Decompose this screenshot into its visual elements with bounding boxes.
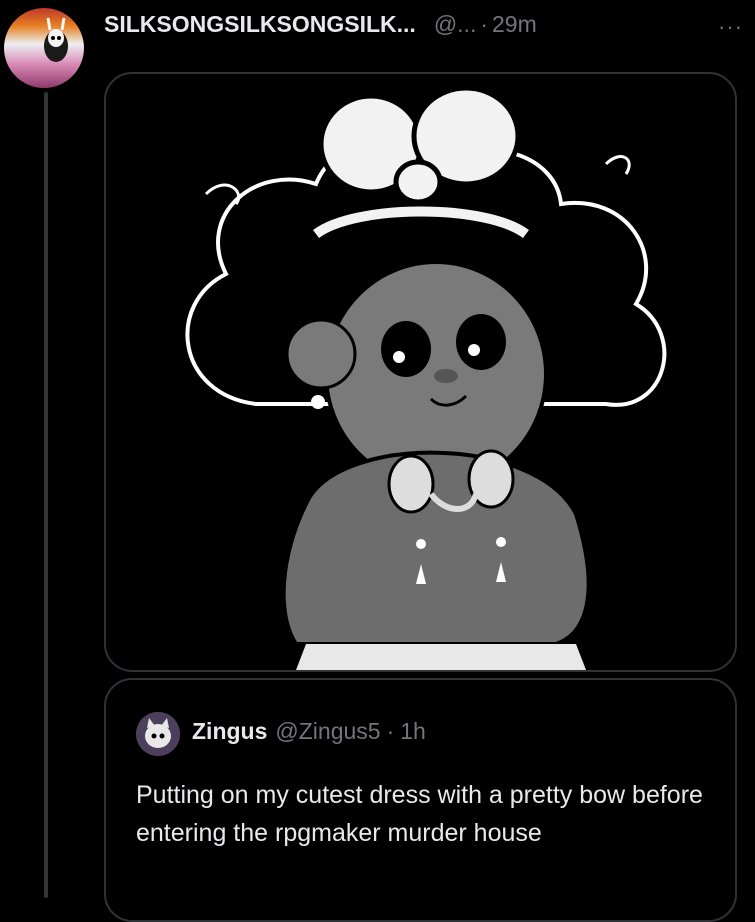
thread-line	[44, 92, 48, 898]
more-options-icon[interactable]: ···	[718, 14, 743, 40]
handle[interactable]: @...	[434, 11, 477, 38]
timestamp[interactable]: 29m	[492, 11, 537, 38]
pride-flag-hornet-avatar-icon	[44, 17, 68, 62]
quoted-tweet[interactable]: Zingus @Zingus5 · 1h Putting on my cutes…	[104, 678, 737, 922]
quoted-timestamp[interactable]: 1h	[400, 718, 426, 745]
quoted-tweet-text: Putting on my cutest dress with a pretty…	[136, 781, 703, 847]
avatar[interactable]	[4, 8, 84, 88]
quoted-tweet-header: Zingus @Zingus5 · 1h	[192, 718, 426, 745]
avatar[interactable]	[136, 712, 180, 756]
separator-dot: ·	[480, 10, 489, 37]
cat-mask-avatar-icon	[136, 712, 180, 756]
quoted-handle[interactable]: @Zingus5	[275, 718, 380, 745]
tweet-image[interactable]	[104, 72, 737, 672]
tweet-header: SILKSONGSILKSONGSILK... @... · 29m ···	[104, 10, 755, 40]
quoted-display-name[interactable]: Zingus	[192, 718, 267, 745]
separator-dot: ·	[386, 718, 395, 744]
cartoon-girl-bow-illustration	[185, 85, 667, 670]
display-name[interactable]: SILKSONGSILKSONGSILK...	[104, 11, 416, 38]
